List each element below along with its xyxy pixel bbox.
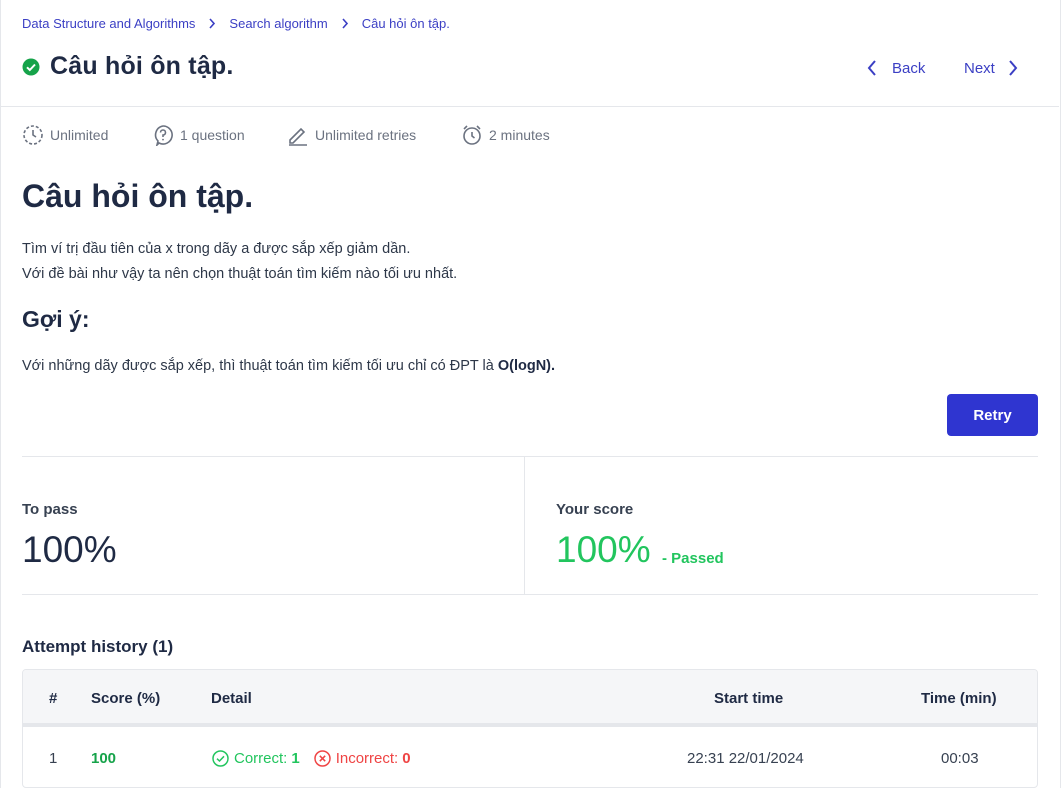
row-time: 00:03: [941, 750, 979, 767]
row-detail: Correct: 1 Incorrect: 0: [212, 750, 411, 767]
breadcrumb-item-section[interactable]: Search algorithm: [229, 16, 327, 31]
hint-complexity: O(logN).: [497, 358, 556, 374]
correct-count: Correct: 1: [212, 750, 300, 767]
breadcrumb-item-current[interactable]: Câu hỏi ôn tập.: [362, 16, 450, 31]
back-label: Back: [892, 59, 926, 77]
column-header-time: Time (min): [921, 690, 997, 707]
hint-title: Gợi ý:: [22, 306, 90, 332]
question-text-line-2: Với đề bài như vậy ta nên chọn thuật toá…: [22, 266, 458, 282]
meta-time-limit: Unlimited: [22, 124, 108, 146]
correct-value: 1: [291, 750, 300, 767]
column-header-index: #: [49, 690, 58, 707]
correct-label: Correct:: [234, 750, 288, 767]
incorrect-label: Incorrect:: [335, 750, 399, 767]
incorrect-count: Incorrect: 0: [313, 750, 411, 767]
chevron-right-icon: [1009, 60, 1018, 76]
your-score-label: Your score: [556, 501, 634, 518]
next-label: Next: [964, 59, 995, 77]
clock-dashed-icon: [23, 125, 43, 145]
time-limit-text: Unlimited: [50, 127, 109, 143]
retries-text: Unlimited retries: [315, 127, 417, 143]
divider: [524, 457, 525, 594]
check-circle-icon: [22, 58, 40, 75]
alarm-clock-icon: [463, 125, 481, 145]
to-pass-label: To pass: [22, 501, 78, 518]
row-index: 1: [49, 750, 58, 767]
duration-text: 2 minutes: [489, 127, 550, 143]
questions-text: 1 question: [180, 127, 245, 143]
table-row[interactable]: 1 100 Correct: 1 Incorrect: 0 22:31 22/01/…: [23, 731, 1037, 787]
question-title: Câu hỏi ôn tập.: [22, 178, 254, 214]
incorrect-value: 0: [402, 750, 411, 767]
retry-button[interactable]: Retry: [947, 394, 1038, 436]
check-circle-outline-icon: [212, 750, 229, 767]
hint-text: Với những dãy được sắp xếp, thì thuật to…: [22, 358, 555, 374]
chevron-left-icon: [867, 60, 876, 76]
question-bubble-icon: [154, 125, 173, 146]
meta-questions: 1 question: [152, 124, 245, 146]
breadcrumb: Data Structure and Algorithms Search alg…: [22, 14, 450, 32]
chevron-right-icon: [341, 17, 349, 29]
row-start-time: 22:31 22/01/2024: [687, 750, 804, 767]
score-panel: To pass 100% Your score 100% - Passed: [22, 456, 1038, 595]
breadcrumb-item-course[interactable]: Data Structure and Algorithms: [22, 16, 195, 31]
status-badge: - Passed: [662, 550, 724, 567]
divider: [1, 106, 1059, 107]
row-score: 100: [91, 750, 117, 767]
attempt-history-table: # Score (%) Detail Start time Time (min)…: [22, 669, 1038, 788]
column-header-score: Score (%): [91, 690, 161, 707]
question-text-line-1: Tìm ví trị đầu tiên của x trong dãy a đư…: [22, 241, 411, 257]
pencil-icon: [289, 127, 307, 146]
attempt-history-title: Attempt history (1): [22, 637, 174, 656]
hint-text-body: Với những dãy được sắp xếp, thì thuật to…: [22, 358, 498, 374]
your-score-value: 100%: [556, 529, 651, 570]
column-header-detail: Detail: [211, 690, 252, 707]
table-header: # Score (%) Detail Start time Time (min): [23, 670, 1037, 727]
chevron-right-icon: [208, 17, 216, 29]
column-header-start-time: Start time: [714, 690, 784, 707]
next-button[interactable]: Next: [964, 56, 1019, 80]
page-title: Câu hỏi ôn tập.: [50, 52, 234, 80]
meta-retries: Unlimited retries: [287, 124, 416, 146]
page-header: Câu hỏi ôn tập.: [22, 52, 234, 81]
back-button[interactable]: Back: [866, 56, 925, 80]
to-pass-value: 100%: [22, 529, 117, 570]
meta-duration: 2 minutes: [461, 124, 550, 146]
x-circle-icon: [313, 750, 331, 767]
